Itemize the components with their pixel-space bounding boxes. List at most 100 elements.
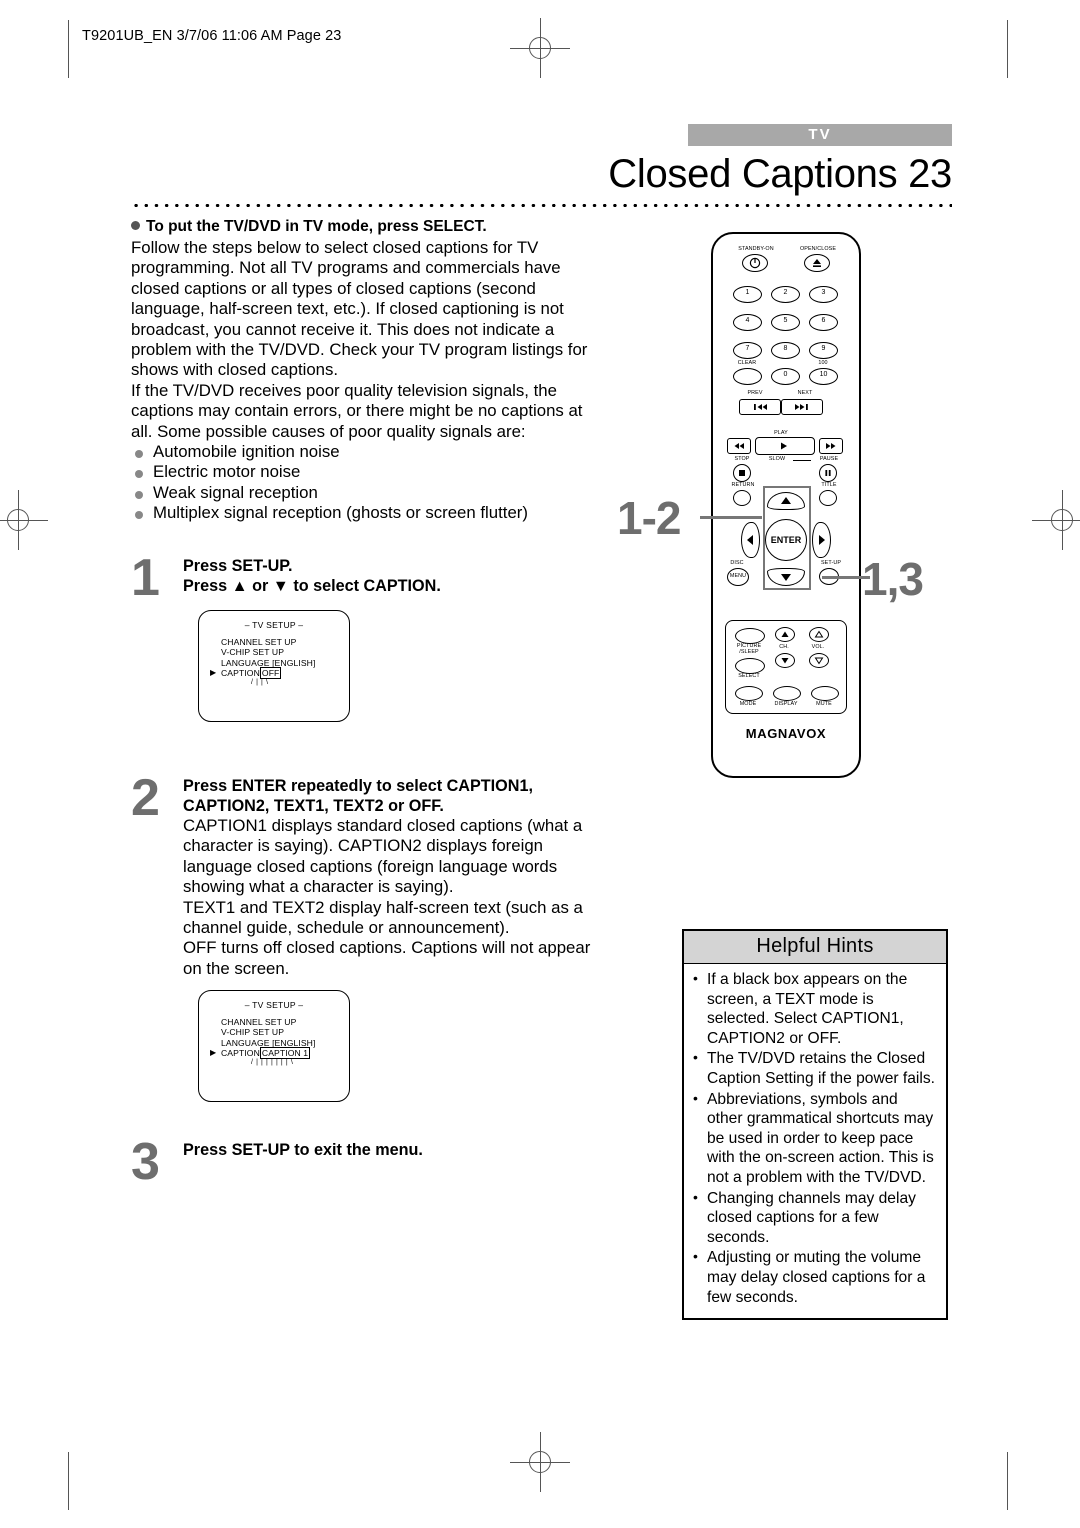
power-icon xyxy=(749,257,761,269)
intro-paragraph-2: If the TV/DVD receives poor quality tele… xyxy=(131,380,583,441)
pause-icon xyxy=(825,470,831,476)
return-button[interactable] xyxy=(733,490,751,506)
osd1-row-channel: CHANNEL SET UP xyxy=(221,637,297,647)
manual-page: T9201UB_EN 3/7/06 11:06 AM Page 23 TV Cl… xyxy=(0,0,1080,1528)
number-button-9[interactable]: 9 xyxy=(809,342,838,359)
mode-label: MODE xyxy=(739,701,757,707)
brand-logo: MAGNAVOX xyxy=(745,726,827,741)
prev-button[interactable] xyxy=(739,399,781,415)
list-item: Automobile ignition noise xyxy=(131,442,601,462)
osd1-row-language: LANGUAGE [ENGLISH] xyxy=(221,658,349,668)
display-button[interactable] xyxy=(773,686,801,701)
osd1-row-vchip: V-CHIP SET UP xyxy=(221,647,285,658)
picture-sleep-button[interactable] xyxy=(735,628,765,644)
play-icon xyxy=(781,442,787,450)
number-button-6[interactable]: 6 xyxy=(809,314,838,331)
list-item: Electric motor noise xyxy=(131,462,601,482)
number-0-label: 0 xyxy=(783,371,788,378)
step-3: 3 Press SET-UP to exit the menu. xyxy=(131,1136,601,1188)
osd2-list: CHANNEL SET UP V-CHIP SET UP LANGUAGE [E… xyxy=(210,1017,349,1066)
rewind-icon xyxy=(734,443,744,449)
volume-down-button[interactable] xyxy=(809,653,829,668)
step-2-body-1: CAPTION1 displays standard closed captio… xyxy=(183,816,583,897)
number-button-4[interactable]: 4 xyxy=(733,314,762,331)
number-4-label: 4 xyxy=(745,317,750,324)
volume-up-button[interactable] xyxy=(809,627,829,642)
step-1-heading-line1: Press SET-UP. xyxy=(183,557,293,575)
step-3-heading-line1: Press SET-UP to exit the menu. xyxy=(183,1141,423,1159)
caret-right-icon: ▶ xyxy=(210,1048,217,1058)
number-button-10[interactable]: 10 xyxy=(809,368,838,385)
step-1: 1 Press SET-UP. Press ▲ or ▼ to select C… xyxy=(131,552,601,604)
osd1-list: CHANNEL SET UP V-CHIP SET UP LANGUAGE [E… xyxy=(210,637,349,686)
slow-label: SLOW xyxy=(768,456,786,462)
number-button-3[interactable]: 3 xyxy=(809,286,838,303)
stop-button[interactable] xyxy=(733,464,751,482)
tv-banner: TV xyxy=(688,124,952,146)
nav-up-button[interactable] xyxy=(767,492,805,510)
next-button[interactable] xyxy=(781,399,823,415)
step-1-number: 1 xyxy=(131,549,160,607)
number-button-0[interactable]: 0 xyxy=(771,368,800,385)
next-label: NEXT xyxy=(797,390,813,396)
open-close-button[interactable] xyxy=(804,254,830,272)
caret-right-icon: ▶ xyxy=(210,668,217,678)
open-close-label: OPEN/CLOSE xyxy=(799,246,837,252)
number-button-1[interactable]: 1 xyxy=(733,286,762,303)
enter-button[interactable]: ENTER xyxy=(765,519,807,561)
fast-forward-icon xyxy=(826,443,836,449)
dotted-rule xyxy=(131,203,952,208)
title-button[interactable] xyxy=(819,490,837,506)
osd2-title: – TV SETUP – xyxy=(244,1000,304,1010)
enter-label: ENTER xyxy=(770,535,802,545)
osd1-row-caption: ▶ CAPTION OFF xyxy=(210,667,349,680)
standby-on-label: STANDBY-ON xyxy=(738,246,774,252)
setup-label: SET-UP xyxy=(820,560,842,566)
osd2-row-channel: CHANNEL SET UP xyxy=(221,1017,297,1027)
nav-right-button[interactable] xyxy=(812,522,831,558)
number-button-7[interactable]: 7 xyxy=(733,342,762,359)
list-item: Adjusting or muting the volume may delay… xyxy=(692,1247,936,1307)
step-2-heading-line1: Press ENTER repeatedly to select CAPTION… xyxy=(183,777,533,795)
skip-forward-icon xyxy=(795,404,808,410)
title-label: TITLE xyxy=(821,482,837,488)
select-button[interactable] xyxy=(735,658,765,674)
pause-button[interactable] xyxy=(819,464,837,482)
disc-menu-button[interactable]: MENU xyxy=(727,568,749,586)
helpful-hints-body: If a black box appears on the screen, a … xyxy=(684,964,946,1318)
mode-button[interactable] xyxy=(735,686,763,701)
channel-up-button[interactable] xyxy=(775,627,795,642)
registration-mark-left xyxy=(0,490,48,550)
disc-label: DISC xyxy=(730,560,744,566)
number-button-5[interactable]: 5 xyxy=(771,314,800,331)
mute-button[interactable] xyxy=(811,686,839,701)
eject-icon xyxy=(813,259,821,267)
channel-down-button[interactable] xyxy=(775,653,795,668)
clear-button[interactable] xyxy=(733,368,762,385)
intro-section: To put the TV/DVD in TV mode, press SELE… xyxy=(131,216,601,524)
step-1-heading-line2: Press ▲ or ▼ to select CAPTION. xyxy=(183,577,441,595)
number-button-8[interactable]: 8 xyxy=(771,342,800,359)
registration-mark-top xyxy=(510,18,570,78)
step-2: 2 Press ENTER repeatedly to select CAPTI… xyxy=(131,772,601,979)
step-2-body-3: OFF turns off closed captions. Captions … xyxy=(183,938,591,978)
osd1-title: – TV SETUP – xyxy=(244,620,304,630)
list-item: Multiplex signal reception (ghosts or sc… xyxy=(131,503,601,523)
nav-down-button[interactable] xyxy=(767,568,805,586)
arrow-up-icon xyxy=(781,631,789,637)
trim-mark-top-left xyxy=(68,20,69,78)
standby-on-button[interactable] xyxy=(742,254,768,272)
play-label: PLAY xyxy=(774,430,788,436)
list-item: Abbreviations, symbols and other grammat… xyxy=(692,1089,936,1188)
rewind-button[interactable] xyxy=(727,438,751,454)
osd1-flash-marks: / | | \ xyxy=(251,678,269,686)
osd-screen-step1: – TV SETUP – CHANNEL SET UP V-CHIP SET U… xyxy=(198,610,350,722)
helpful-hints-heading: Helpful Hints xyxy=(684,931,946,964)
intro-paragraph-1: Follow the steps below to select closed … xyxy=(131,238,588,380)
number-button-2[interactable]: 2 xyxy=(771,286,800,303)
remote-control-diagram: STANDBY-ON OPEN/CLOSE 1 2 3 4 5 6 7 8 9 … xyxy=(711,232,861,778)
nav-left-button[interactable] xyxy=(741,522,760,558)
channel-label: CH. xyxy=(779,644,789,650)
play-button[interactable] xyxy=(755,437,815,455)
fast-forward-button[interactable] xyxy=(819,438,843,454)
